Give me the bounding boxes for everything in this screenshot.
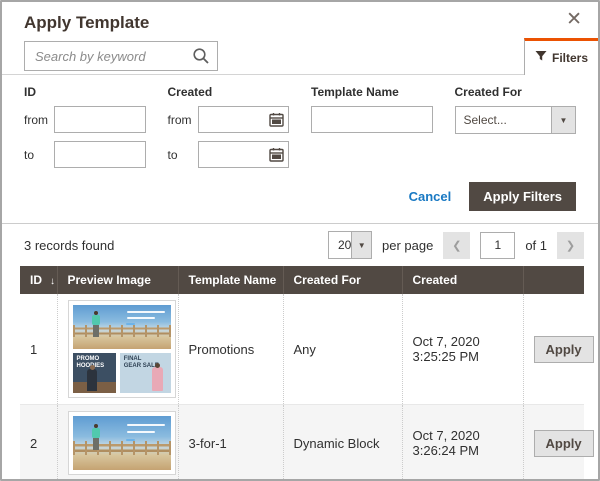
search-row: Filters: [2, 38, 598, 75]
column-header-id[interactable]: ID↓: [20, 266, 57, 294]
column-header-template-name[interactable]: Template Name: [178, 266, 283, 294]
created-for-label: Created For: [455, 85, 577, 99]
calendar-icon[interactable]: [269, 112, 284, 127]
chevron-down-icon: ▼: [351, 232, 371, 258]
created-to-label: to: [168, 148, 198, 162]
filter-panel: ID from to Created from: [2, 75, 598, 178]
filter-id-label: ID: [24, 85, 146, 99]
person-graphic: [87, 369, 97, 391]
fence-graphic: [73, 441, 171, 455]
cell-actions: Apply: [523, 294, 584, 405]
template-name-input[interactable]: [311, 106, 433, 133]
template-preview-image[interactable]: PROMO HOODIES FINAL GEAR SALE: [68, 300, 176, 398]
banner-tiles: PROMO HOODIES FINAL GEAR SALE: [73, 353, 171, 393]
table-row: 2 3-for-1 Dynamic: [20, 405, 584, 481]
page-size-select[interactable]: 20 ▼: [328, 231, 372, 259]
cancel-button[interactable]: Cancel: [409, 189, 452, 204]
records-count: 3 records found: [24, 238, 114, 253]
divider: [2, 74, 524, 75]
banner-link-line: [126, 439, 135, 441]
filters-tab[interactable]: Filters: [524, 38, 598, 75]
cell-template-name: Promotions: [178, 294, 283, 405]
apply-template-button[interactable]: Apply: [534, 336, 594, 363]
filter-created-for-group: Created For Select... ▼: [455, 85, 577, 176]
banner-text-line: [127, 431, 154, 433]
cell-id: 1: [20, 294, 57, 405]
filter-template-name-group: Template Name: [311, 85, 433, 176]
filter-created-label: Created: [168, 85, 290, 99]
grid-header-row: ID↓ Preview Image Template Name Created …: [20, 266, 584, 294]
apply-template-button[interactable]: Apply: [534, 430, 594, 457]
apply-filters-button[interactable]: Apply Filters: [469, 182, 576, 211]
cell-created: Oct 7, 2020 3:25:25 PM: [402, 294, 523, 405]
calendar-icon[interactable]: [269, 147, 284, 162]
templates-grid: ID↓ Preview Image Template Name Created …: [20, 266, 580, 481]
page-size-value: 20: [329, 238, 351, 252]
prev-page-button[interactable]: ❮: [443, 232, 470, 259]
banner-text-line: [127, 317, 154, 319]
next-page-button[interactable]: ❯: [557, 232, 584, 259]
table-row: 1 PROMO HOO: [20, 294, 584, 405]
id-to-label: to: [24, 148, 54, 162]
cell-actions: Apply: [523, 405, 584, 481]
modal-header: Apply Template ✕: [2, 2, 598, 36]
person-graphic: [92, 311, 101, 342]
filters-tab-label: Filters: [552, 51, 588, 65]
banner-text-line: [127, 424, 164, 426]
template-name-label: Template Name: [311, 85, 433, 99]
cell-created: Oct 7, 2020 3:26:24 PM: [402, 405, 523, 481]
created-for-select[interactable]: Select... ▼: [455, 106, 577, 134]
column-header-created-for[interactable]: Created For: [283, 266, 402, 294]
pager: 20 ▼ per page ❮ of 1 ❯: [328, 231, 584, 259]
banner-graphic: [73, 305, 171, 349]
cell-template-name: 3-for-1: [178, 405, 283, 481]
created-for-value: Select...: [456, 113, 507, 127]
cell-preview: PROMO HOODIES FINAL GEAR SALE: [57, 294, 178, 405]
column-header-preview[interactable]: Preview Image: [57, 266, 178, 294]
sort-desc-icon: ↓: [50, 276, 55, 287]
template-preview-image[interactable]: [68, 411, 176, 475]
id-from-label: from: [24, 113, 54, 127]
banner-text-line: [127, 311, 164, 313]
chevron-down-icon: ▼: [551, 107, 575, 133]
fence-graphic: [73, 325, 171, 336]
cell-preview: [57, 405, 178, 481]
cell-id: 2: [20, 405, 57, 481]
id-to-input[interactable]: [54, 141, 146, 168]
column-header-created[interactable]: Created: [402, 266, 523, 294]
filter-created-group: Created from to: [168, 85, 290, 176]
promo-hoodies-tile: PROMO HOODIES: [73, 353, 116, 393]
search-icon[interactable]: [192, 47, 210, 65]
filter-id-group: ID from to: [24, 85, 146, 176]
banner-graphic: [73, 416, 171, 470]
page-input[interactable]: [480, 232, 515, 259]
cell-created-for: Any: [283, 294, 402, 405]
page-total-label: of 1: [525, 238, 547, 253]
per-page-label: per page: [382, 238, 433, 253]
created-from-label: from: [168, 113, 198, 127]
close-icon[interactable]: ✕: [566, 10, 582, 29]
page-title: Apply Template: [24, 13, 576, 33]
search-box: [24, 41, 218, 71]
filter-actions: Cancel Apply Filters: [2, 178, 598, 221]
search-input[interactable]: [24, 41, 218, 71]
id-from-input[interactable]: [54, 106, 146, 133]
funnel-icon: [535, 49, 547, 67]
apply-template-modal: Apply Template ✕ Filters ID from to: [0, 0, 600, 481]
grid-toolbar: 3 records found 20 ▼ per page ❮ of 1 ❯: [2, 224, 598, 266]
person-graphic: [152, 367, 163, 391]
person-graphic: [92, 424, 101, 462]
cell-created-for: Dynamic Block: [283, 405, 402, 481]
column-header-actions: [523, 266, 584, 294]
final-gear-sale-tile: FINAL GEAR SALE: [120, 353, 171, 393]
